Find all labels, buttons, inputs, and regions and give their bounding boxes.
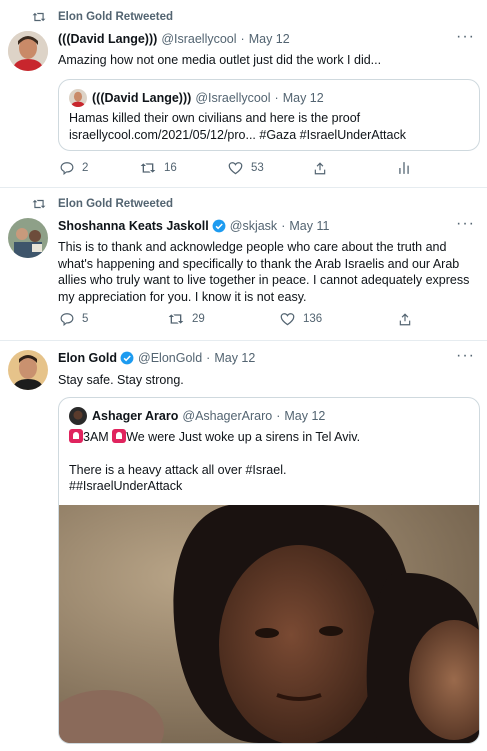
author-handle[interactable]: @ElonGold xyxy=(138,351,202,365)
quote-link-line: israellycool.com/2021/05/12/pro... #Gaza… xyxy=(69,127,406,142)
more-options-icon[interactable]: ··· xyxy=(456,347,475,365)
reply-button[interactable]: 2 xyxy=(60,161,88,175)
like-button[interactable]: 136 xyxy=(280,312,322,326)
avatar xyxy=(69,407,87,425)
author-name[interactable]: Elon Gold xyxy=(58,351,117,365)
tweet-3[interactable]: Elon Gold @ElonGold · May 12 ··· Stay sa… xyxy=(0,340,487,751)
author-name[interactable]: Shoshanna Keats Jaskoll xyxy=(58,219,209,233)
retweet-icon xyxy=(140,163,156,173)
reply-icon xyxy=(60,313,74,326)
share-button[interactable] xyxy=(313,161,327,176)
quote-line: Hamas killed their own civilians and her… xyxy=(69,111,361,125)
quote-line: 3AM We were Just woke up a sirens in Tel… xyxy=(69,429,469,446)
siren-emoji-icon xyxy=(112,429,127,443)
quoted-tweet[interactable]: Ashager Araro @AshagerAraro · May 12 3AM… xyxy=(58,397,480,744)
separator: · xyxy=(240,32,245,46)
author-handle[interactable]: @skjask xyxy=(230,219,277,233)
reply-button[interactable]: 5 xyxy=(60,312,88,326)
quote-text: Hamas killed their own civilians and her… xyxy=(69,110,469,143)
separator: · xyxy=(276,409,281,423)
quote-text: 3AM We were Just woke up a sirens in Tel… xyxy=(69,429,469,495)
avatar[interactable] xyxy=(8,350,48,390)
verified-badge-icon xyxy=(212,219,226,233)
author-name[interactable]: (((David Lange))) xyxy=(58,32,157,46)
tweet-header: Shoshanna Keats Jaskoll @skjask · May 11 xyxy=(58,219,477,233)
retweet-button[interactable]: 29 xyxy=(168,312,205,326)
retweet-icon xyxy=(168,314,184,324)
analytics-icon xyxy=(399,162,409,174)
tweet-actions: 2 16 53 xyxy=(58,161,478,181)
retweet-icon xyxy=(32,199,46,209)
verified-badge-icon xyxy=(120,351,134,365)
quote-header: Ashager Araro @AshagerAraro · May 12 xyxy=(69,407,325,425)
quote-hashtag-line: ##IsraelUnderAttack xyxy=(69,479,183,493)
quote-author-name: Ashager Araro xyxy=(92,409,179,423)
retweet-label: Elon Gold Retweeted xyxy=(58,198,174,210)
reply-count: 5 xyxy=(82,313,89,325)
like-button[interactable]: 53 xyxy=(228,161,264,175)
tweet-header: Elon Gold @ElonGold · May 12 xyxy=(58,351,477,365)
avatar[interactable] xyxy=(8,218,48,258)
separator: · xyxy=(206,351,211,365)
siren-emoji-icon xyxy=(69,429,83,443)
quote-time: 3AM xyxy=(83,430,109,444)
retweet-icon xyxy=(32,12,46,22)
share-button[interactable] xyxy=(398,312,412,327)
quote-date: May 12 xyxy=(282,91,324,105)
share-icon xyxy=(314,162,326,175)
more-options-icon[interactable]: ··· xyxy=(456,28,475,46)
tweet-date[interactable]: May 12 xyxy=(214,351,255,365)
quote-header: (((David Lange))) @Israellycool · May 12 xyxy=(69,89,324,107)
quote-author-name: (((David Lange))) xyxy=(92,91,192,105)
tweet-date[interactable]: May 12 xyxy=(249,32,290,46)
tweet-1[interactable]: Elon Gold Retweeted (((David Lange))) @I… xyxy=(0,0,487,188)
quote-photo[interactable] xyxy=(59,505,479,743)
heart-icon xyxy=(280,313,295,326)
tweet-text: Amazing how not one media outlet just di… xyxy=(58,53,382,67)
quote-date: May 12 xyxy=(284,409,326,423)
quote-line-text: We were Just woke up a sirens in Tel Avi… xyxy=(126,430,361,444)
retweet-count: 29 xyxy=(192,313,205,325)
retweet-indicator: Elon Gold Retweeted xyxy=(32,11,174,23)
reply-icon xyxy=(60,162,74,175)
retweet-button[interactable]: 16 xyxy=(140,161,177,175)
like-count: 136 xyxy=(303,313,323,325)
like-count: 53 xyxy=(251,162,264,174)
retweet-indicator: Elon Gold Retweeted xyxy=(32,198,174,210)
author-handle[interactable]: @Israellycool xyxy=(161,32,236,46)
quote-line: There is a heavy attack all over #Israel… xyxy=(69,462,287,477)
photo-image xyxy=(59,505,479,743)
quote-author-handle: @Israellycool xyxy=(195,91,271,105)
avatar xyxy=(69,89,87,107)
tweet-2[interactable]: Elon Gold Retweeted Shoshanna Keats Jask… xyxy=(0,187,487,341)
quote-author-handle: @AshagerAraro xyxy=(182,409,273,423)
separator: · xyxy=(281,219,286,233)
heart-icon xyxy=(228,162,243,175)
analytics-button[interactable] xyxy=(398,161,410,175)
separator: · xyxy=(274,91,279,105)
reply-count: 2 xyxy=(82,162,89,174)
share-icon xyxy=(399,313,411,326)
retweet-count: 16 xyxy=(164,162,177,174)
more-options-icon[interactable]: ··· xyxy=(456,215,475,233)
quoted-tweet[interactable]: (((David Lange))) @Israellycool · May 12… xyxy=(58,79,480,151)
tweet-text: Stay safe. Stay strong. xyxy=(58,373,184,387)
tweet-text: This is to thank and acknowledge people … xyxy=(58,240,470,304)
avatar[interactable] xyxy=(8,31,48,71)
retweet-label: Elon Gold Retweeted xyxy=(58,11,174,23)
tweet-actions: 5 29 136 xyxy=(58,312,478,332)
tweet-date[interactable]: May 11 xyxy=(289,219,329,233)
tweet-header: (((David Lange))) @Israellycool · May 12 xyxy=(58,32,477,46)
